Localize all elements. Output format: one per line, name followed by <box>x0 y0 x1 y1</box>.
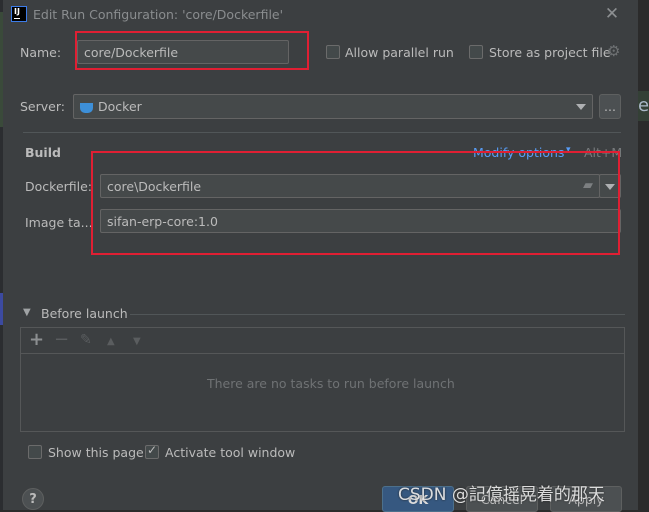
run-configuration-dialog: IJ Edit Run Configuration: 'core/Dockerf… <box>3 0 638 512</box>
help-icon: ? <box>29 491 37 507</box>
dockerfile-input[interactable]: core\Dockerfile ▰ <box>100 174 600 198</box>
no-tasks-text: There are no tasks to run before launch <box>207 376 455 391</box>
server-more-button[interactable]: ... <box>599 94 621 119</box>
remove-icon[interactable]: − <box>54 331 69 349</box>
cancel-label: Cancel <box>480 491 524 507</box>
gear-icon[interactable]: ⚙ <box>607 42 620 60</box>
ok-label: OK <box>407 491 429 507</box>
window-title: Edit Run Configuration: 'core/Dockerfile… <box>33 7 284 22</box>
cancel-button[interactable]: Cancel <box>466 486 538 512</box>
edit-icon[interactable]: ✎ <box>80 332 92 348</box>
modify-options-link[interactable]: Modify options <box>473 145 564 160</box>
image-tag-value: sifan-erp-core:1.0 <box>107 213 218 229</box>
activate-tool-checkbox[interactable] <box>145 443 159 459</box>
allow-parallel-label: Allow parallel run <box>345 45 454 60</box>
highlight-build <box>91 151 620 255</box>
show-page-checkbox[interactable] <box>28 445 42 459</box>
server-select[interactable]: Docker <box>73 94 593 119</box>
apply-button[interactable]: Apply <box>550 486 622 512</box>
background-text: es <box>638 95 649 116</box>
ok-button[interactable]: OK <box>382 486 454 512</box>
close-button[interactable]: ✕ <box>604 4 620 24</box>
store-project-checkbox[interactable] <box>469 45 483 59</box>
chevron-down-icon <box>605 184 615 190</box>
chevron-down-icon <box>576 104 586 110</box>
dockerfile-label: Dockerfile: <box>25 179 93 194</box>
collapse-triangle-icon[interactable]: ▼ <box>23 307 31 318</box>
activate-tool-label: Activate tool window <box>165 445 296 460</box>
divider <box>23 132 621 133</box>
build-section-label: Build <box>25 145 61 160</box>
move-down-icon[interactable]: ▼ <box>133 334 141 350</box>
modify-options-chevron-icon: ▾ <box>566 145 571 155</box>
docker-icon <box>80 102 93 113</box>
background-editor-right: es <box>638 0 649 510</box>
title-bar: IJ Edit Run Configuration: 'core/Dockerf… <box>3 0 638 30</box>
allow-parallel-checkbox[interactable] <box>326 45 340 59</box>
before-launch-panel: + − ✎ ▲ ▼ There are no tasks to run befo… <box>20 327 625 432</box>
dockerfile-value: core\Dockerfile <box>107 178 202 194</box>
help-button[interactable]: ? <box>22 488 44 510</box>
intellij-app-icon: IJ <box>11 6 27 22</box>
name-label: Name: <box>20 45 62 60</box>
folder-icon[interactable]: ▰ <box>583 178 593 193</box>
close-icon: ✕ <box>604 4 620 24</box>
apply-label: Apply <box>568 491 604 507</box>
image-tag-input[interactable]: sifan-erp-core:1.0 <box>100 209 621 233</box>
before-launch-label: Before launch <box>41 306 128 321</box>
dockerfile-history-dropdown[interactable] <box>599 174 621 198</box>
name-value: core/Dockerfile <box>84 44 179 60</box>
more-label: ... <box>604 99 616 114</box>
show-page-label: Show this page <box>48 445 144 460</box>
move-up-icon[interactable]: ▲ <box>107 334 115 350</box>
name-input[interactable]: core/Dockerfile <box>77 40 289 64</box>
modify-options-shortcut: Alt+M <box>584 145 623 160</box>
add-icon[interactable]: + <box>29 331 44 349</box>
server-value: Docker <box>98 99 142 114</box>
server-label: Server: <box>20 99 65 114</box>
before-launch-divider <box>130 314 625 315</box>
store-project-label: Store as project file <box>489 45 611 60</box>
image-tag-label: Image ta... <box>25 215 93 230</box>
